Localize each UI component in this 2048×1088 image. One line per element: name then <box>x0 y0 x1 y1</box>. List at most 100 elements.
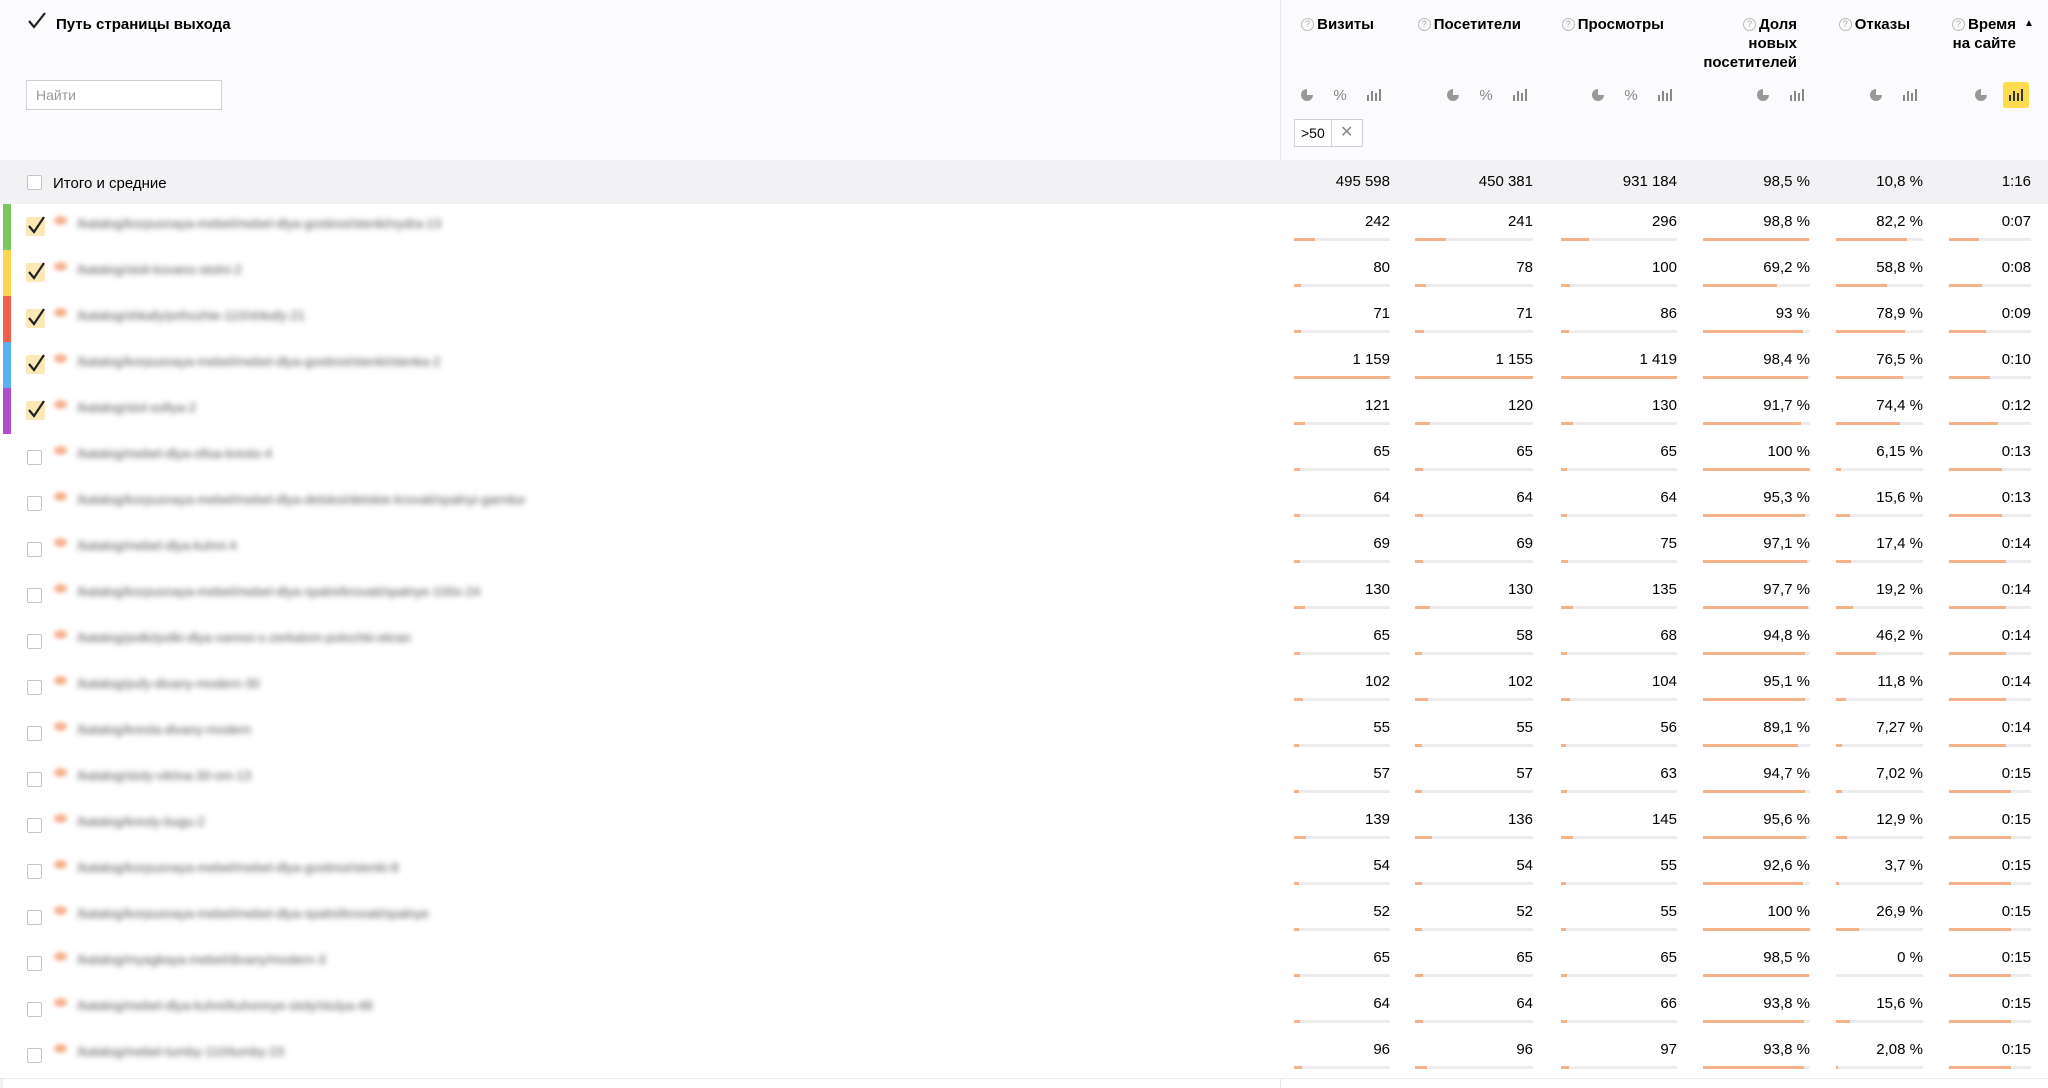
column-title-new_share[interactable]: ? Доля новых посетителей <box>1703 15 1797 72</box>
path-column-title[interactable]: Путь страницы выхода <box>56 16 231 33</box>
row-checkbox[interactable] <box>27 818 42 833</box>
bar-chart-icon[interactable] <box>1652 82 1678 108</box>
table-row[interactable]: /katalog/stoli-kovano-stolni-2 80 78 100 69,… <box>0 250 2048 297</box>
pie-chart-icon[interactable] <box>1863 82 1889 108</box>
percent-icon[interactable]: % <box>1618 82 1644 108</box>
row-checkbox-checked[interactable] <box>26 262 45 282</box>
row-checkbox[interactable] <box>27 450 42 465</box>
page-path-link[interactable]: /katalog/korpusnaya-mebel/mebel-dlya-spa… <box>77 584 480 599</box>
page-path-link[interactable]: /katalog/korpusnaya-mebel/mebel-dlya-gos… <box>77 860 399 875</box>
value-bar-fill <box>1703 330 1803 333</box>
row-checkbox[interactable] <box>27 588 42 603</box>
search-input[interactable] <box>26 80 222 110</box>
page-path-link[interactable]: /katalog/kresly-bugu-2 <box>77 814 205 829</box>
table-row[interactable]: /katalog/korpusnaya-mebel/mebel-dlya-gos… <box>0 848 2048 895</box>
row-checkbox-checked[interactable] <box>26 216 45 236</box>
table-row[interactable]: /katalog/mebel-dlya-kuhni-4 69 69 75 97,1 % 1… <box>0 526 2048 573</box>
page-path-link[interactable]: /katalog/pufy-divany-modern-30 <box>77 676 260 691</box>
table-row[interactable]: /katalog/myagkaya-mebel/divany/modern-3 6… <box>0 940 2048 987</box>
help-icon[interactable]: ? <box>1743 18 1757 31</box>
row-checkbox[interactable] <box>27 634 42 649</box>
page-path-link[interactable]: /katalog/korpusnaya-mebel/mebel-dlya-det… <box>77 492 526 507</box>
page-path-link[interactable]: /katalog/korpusnaya-mebel/mebel-dlya-gos… <box>77 216 441 231</box>
value-bar-fill <box>1836 560 1851 563</box>
help-icon[interactable]: ? <box>1561 18 1575 31</box>
select-all-checkbox[interactable] <box>26 10 46 30</box>
visits-filter-chip[interactable]: >50 ✕ <box>1294 119 1363 147</box>
column-title-views[interactable]: ? Просмотры <box>1561 15 1664 34</box>
value-bar-track <box>1415 238 1533 241</box>
help-icon[interactable]: ? <box>1417 18 1431 31</box>
pie-chart-icon[interactable] <box>1750 82 1776 108</box>
page-path-link[interactable]: /katalog/mebel-tumby-110/tumby-23 <box>77 1044 284 1059</box>
column-title-visits[interactable]: ? Визиты <box>1301 15 1374 34</box>
row-checkbox[interactable] <box>27 542 42 557</box>
cell-views: 56 <box>1660 719 1677 736</box>
row-checkbox-checked[interactable] <box>26 354 45 374</box>
row-checkbox[interactable] <box>27 910 42 925</box>
cell-views: 104 <box>1651 673 1677 690</box>
table-row[interactable]: /katalog/kresla-divany-modern 55 55 56 89,1 … <box>0 710 2048 757</box>
page-path-link[interactable]: /katalog/stol-sofiya-2 <box>77 400 196 415</box>
help-icon[interactable]: ? <box>1301 18 1315 31</box>
table-row[interactable]: /katalog/stol-sofiya-2 121 120 130 91,7 % 74,… <box>0 388 2048 435</box>
row-checkbox[interactable] <box>27 772 42 787</box>
table-row[interactable]: /katalog/shkafy/prihozhie-110/shkafy-21 7… <box>0 296 2048 343</box>
page-path-link[interactable]: /katalog/kresla-divany-modern <box>77 722 251 737</box>
close-icon[interactable]: ✕ <box>1330 120 1362 146</box>
row-checkbox[interactable] <box>27 1048 42 1063</box>
bar-chart-icon[interactable] <box>1897 82 1923 108</box>
value-bar-fill <box>1415 284 1426 287</box>
totals-checkbox[interactable] <box>27 175 42 190</box>
page-path-link[interactable]: /katalog/myagkaya-mebel/divany/modern-3 <box>77 952 326 967</box>
column-title-visitors[interactable]: ? Посетители <box>1417 15 1521 34</box>
table-row[interactable]: /katalog/polki/polki-dlya-vannoi-s-zerka… <box>0 618 2048 665</box>
table-row[interactable]: /katalog/pufy-divany-modern-30 102 102 104 9… <box>0 664 2048 711</box>
percent-icon[interactable]: % <box>1473 82 1499 108</box>
bar-chart-icon[interactable] <box>1361 82 1387 108</box>
column-title-time[interactable]: ? Время на сайте <box>1952 15 2016 53</box>
table-row[interactable]: /katalog/korpusnaya-mebel/mebel-dlya-gos… <box>0 204 2048 251</box>
page-path-link[interactable]: /katalog/korpusnaya-mebel/mebel-dlya-spa… <box>77 906 429 921</box>
value-bar-track <box>1294 790 1390 793</box>
pie-chart-icon[interactable] <box>1968 82 1994 108</box>
table-row[interactable]: /katalog/kresly-bugu-2 139 136 145 95,6 % 12,… <box>0 802 2048 849</box>
row-checkbox[interactable] <box>27 726 42 741</box>
table-row[interactable]: /katalog/mebel-dlya-ofisa-kreslo-4 65 65 65… <box>0 434 2048 481</box>
help-icon[interactable]: ? <box>1838 18 1852 31</box>
bar-chart-icon[interactable] <box>2003 82 2029 108</box>
row-checkbox-checked[interactable] <box>26 400 45 420</box>
pie-chart-icon[interactable] <box>1440 82 1466 108</box>
sort-arrow-icon[interactable]: ▲ <box>2024 18 2034 29</box>
column-title-bounces[interactable]: ? Отказы <box>1838 15 1910 34</box>
pie-chart-icon[interactable] <box>1585 82 1611 108</box>
row-checkbox[interactable] <box>27 496 42 511</box>
cell-new_share: 93,8 % <box>1763 1041 1810 1058</box>
page-path-link[interactable]: /katalog/shkafy/prihozhie-110/shkafy-21 <box>77 308 305 323</box>
page-path-link[interactable]: /katalog/mebel-dlya-kuhni-4 <box>77 538 237 553</box>
page-path-link[interactable]: /katalog/polki/polki-dlya-vannoi-s-zerka… <box>77 630 411 645</box>
table-row[interactable]: /katalog/mebel-tumby-110/tumby-23 96 96 97 9… <box>0 1032 2048 1079</box>
value-bar-track <box>1703 422 1810 425</box>
bar-chart-icon[interactable] <box>1507 82 1533 108</box>
table-row[interactable]: /katalog/korpusnaya-mebel/mebel-dlya-spa… <box>0 894 2048 941</box>
row-checkbox[interactable] <box>27 956 42 971</box>
help-icon[interactable]: ? <box>1952 18 1965 31</box>
table-row[interactable]: /katalog/mebel-dlya-kuhni/kuhonnye-stoly… <box>0 986 2048 1033</box>
page-path-link[interactable]: /katalog/mebel-dlya-kuhni/kuhonnye-stoly… <box>77 998 373 1013</box>
table-row[interactable]: /katalog/korpusnaya-mebel/mebel-dlya-gos… <box>0 342 2048 389</box>
row-checkbox[interactable] <box>27 864 42 879</box>
row-checkbox[interactable] <box>27 680 42 695</box>
bar-chart-icon[interactable] <box>1784 82 1810 108</box>
table-row[interactable]: /katalog/korpusnaya-mebel/mebel-dlya-spa… <box>0 572 2048 619</box>
page-path-link[interactable]: /katalog/korpusnaya-mebel/mebel-dlya-gos… <box>77 354 440 369</box>
page-path-link[interactable]: /katalog/stoli-kovano-stolni-2 <box>77 262 242 277</box>
table-row[interactable]: /katalog/stoly-vitrina-30-sm-13 57 57 63 94,… <box>0 756 2048 803</box>
page-path-link[interactable]: /katalog/mebel-dlya-ofisa-kreslo-4 <box>77 446 272 461</box>
row-checkbox[interactable] <box>27 1002 42 1017</box>
row-checkbox-checked[interactable] <box>26 308 45 328</box>
percent-icon[interactable]: % <box>1327 82 1353 108</box>
pie-chart-icon[interactable] <box>1294 82 1320 108</box>
table-row[interactable]: /katalog/korpusnaya-mebel/mebel-dlya-det… <box>0 480 2048 527</box>
page-path-link[interactable]: /katalog/stoly-vitrina-30-sm-13 <box>77 768 251 783</box>
